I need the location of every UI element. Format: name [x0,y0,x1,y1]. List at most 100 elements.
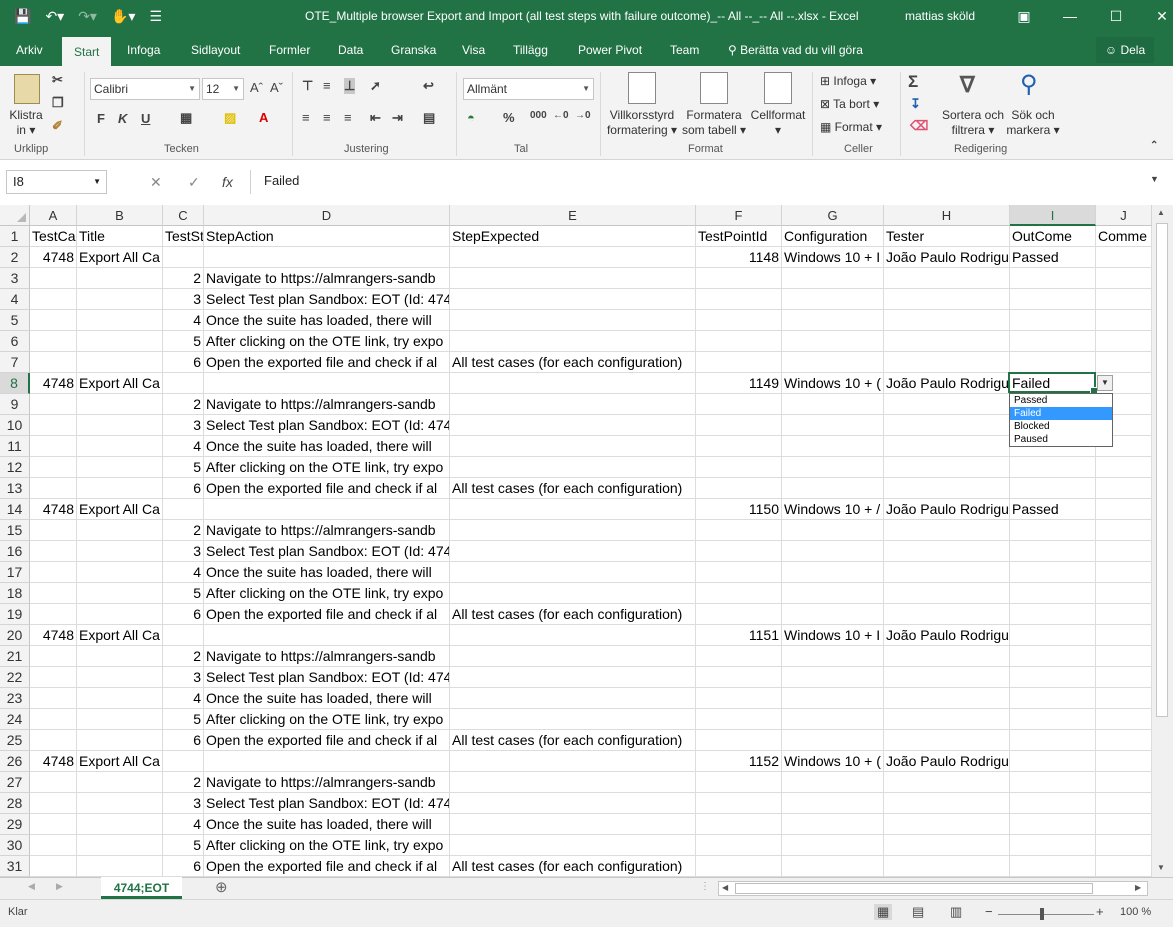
row-header[interactable]: 20 [0,625,30,646]
cell-i20[interactable] [1010,625,1096,645]
option-paused[interactable]: Paused [1010,433,1112,446]
cell-g16[interactable] [782,541,884,561]
cell-b20[interactable]: Export All Ca [77,625,163,645]
cell-h14[interactable]: João Paulo Rodrigu [884,499,1010,519]
minimize-icon[interactable]: — [1047,0,1093,32]
cell-j19[interactable] [1096,604,1152,624]
cell-f11[interactable] [696,436,782,456]
cell-b1[interactable]: Title [77,226,163,246]
cell-j18[interactable] [1096,583,1152,603]
cell-c7[interactable]: 6 [163,352,204,372]
cell-d25[interactable]: Open the exported file and check if al [204,730,450,750]
cell-f22[interactable] [696,667,782,687]
cell-j31[interactable] [1096,856,1152,876]
cell-j20[interactable] [1096,625,1152,645]
cell-h10[interactable] [884,415,1010,435]
cell-g31[interactable] [782,856,884,876]
cell-a27[interactable] [30,772,77,792]
cell-a23[interactable] [30,688,77,708]
cell-g9[interactable] [782,394,884,414]
cell-f5[interactable] [696,310,782,330]
row-header[interactable]: 25 [0,730,30,751]
cell-e13[interactable]: All test cases (for each configuration) [450,478,696,498]
cell-e2[interactable] [450,247,696,267]
cell-d22[interactable]: Select Test plan Sandbox: EOT (Id: 474 [204,667,450,687]
cell-i2[interactable]: Passed [1010,247,1096,267]
cell-e28[interactable] [450,793,696,813]
increase-decimal-icon[interactable]: ←0 [553,110,569,121]
cell-h29[interactable] [884,814,1010,834]
cell-b28[interactable] [77,793,163,813]
decrease-font-icon[interactable]: Aˇ [270,80,283,95]
cell-h7[interactable] [884,352,1010,372]
cell-f8[interactable]: 1149 [696,373,782,393]
increase-font-icon[interactable]: Aˆ [250,80,263,95]
cell-f27[interactable] [696,772,782,792]
cell-f20[interactable]: 1151 [696,625,782,645]
cell-j1[interactable]: Comme [1096,226,1152,246]
cell-h25[interactable] [884,730,1010,750]
scroll-up-icon[interactable]: ▲ [1157,208,1165,217]
cell-e15[interactable] [450,520,696,540]
italic-button[interactable]: K [118,111,127,126]
cell-b25[interactable] [77,730,163,750]
align-top-icon[interactable]: ⊤ [302,78,313,94]
cell-a18[interactable] [30,583,77,603]
tab-visa[interactable]: Visa [462,34,485,66]
cell-f6[interactable] [696,331,782,351]
cell-a22[interactable] [30,667,77,687]
data-validation-dropdown-button[interactable]: ▼ [1097,375,1113,391]
cell-c9[interactable]: 2 [163,394,204,414]
cell-h8[interactable]: João Paulo Rodrigu [884,373,1010,393]
row-header[interactable]: 13 [0,478,30,499]
cell-i3[interactable] [1010,268,1096,288]
share-button[interactable]: ☺ Dela [1096,37,1154,63]
tell-me-box[interactable]: ⚲ Berätta vad du vill göra [728,34,863,66]
cell-c5[interactable]: 4 [163,310,204,330]
cell-b6[interactable] [77,331,163,351]
cell-i7[interactable] [1010,352,1096,372]
scroll-down-icon[interactable]: ▼ [1157,863,1165,872]
cell-j26[interactable] [1096,751,1152,771]
cell-g8[interactable]: Windows 10 + ( [782,373,884,393]
increase-indent-icon[interactable]: ⇥ [392,110,403,126]
cell-g14[interactable]: Windows 10 + / [782,499,884,519]
cell-h30[interactable] [884,835,1010,855]
cell-c29[interactable]: 4 [163,814,204,834]
cell-j27[interactable] [1096,772,1152,792]
cell-b15[interactable] [77,520,163,540]
cell-i5[interactable] [1010,310,1096,330]
cell-c16[interactable]: 3 [163,541,204,561]
cell-styles-button[interactable]: Cellformat ▾ [748,108,808,138]
cell-e29[interactable] [450,814,696,834]
cell-f31[interactable] [696,856,782,876]
cell-i4[interactable] [1010,289,1096,309]
column-header-d[interactable]: D [204,205,450,226]
cell-i23[interactable] [1010,688,1096,708]
cell-h24[interactable] [884,709,1010,729]
cell-h28[interactable] [884,793,1010,813]
cell-f14[interactable]: 1150 [696,499,782,519]
row-header[interactable]: 4 [0,289,30,310]
column-header-f[interactable]: F [696,205,782,226]
cell-a19[interactable] [30,604,77,624]
cell-i24[interactable] [1010,709,1096,729]
percent-icon[interactable]: % [503,110,515,125]
cell-i18[interactable] [1010,583,1096,603]
cell-a11[interactable] [30,436,77,456]
cell-e9[interactable] [450,394,696,414]
row-header[interactable]: 21 [0,646,30,667]
cell-d13[interactable]: Open the exported file and check if al [204,478,450,498]
align-center-icon[interactable]: ≡ [323,110,331,125]
cell-h15[interactable] [884,520,1010,540]
cell-h17[interactable] [884,562,1010,582]
touch-mode-icon[interactable]: ✋▾ [111,8,135,25]
cell-h6[interactable] [884,331,1010,351]
cell-h26[interactable]: João Paulo Rodrigu [884,751,1010,771]
cell-b31[interactable] [77,856,163,876]
zoom-level[interactable]: 100 % [1120,906,1151,918]
cell-h5[interactable] [884,310,1010,330]
cell-h4[interactable] [884,289,1010,309]
cell-d6[interactable]: After clicking on the OTE link, try expo [204,331,450,351]
cell-j16[interactable] [1096,541,1152,561]
